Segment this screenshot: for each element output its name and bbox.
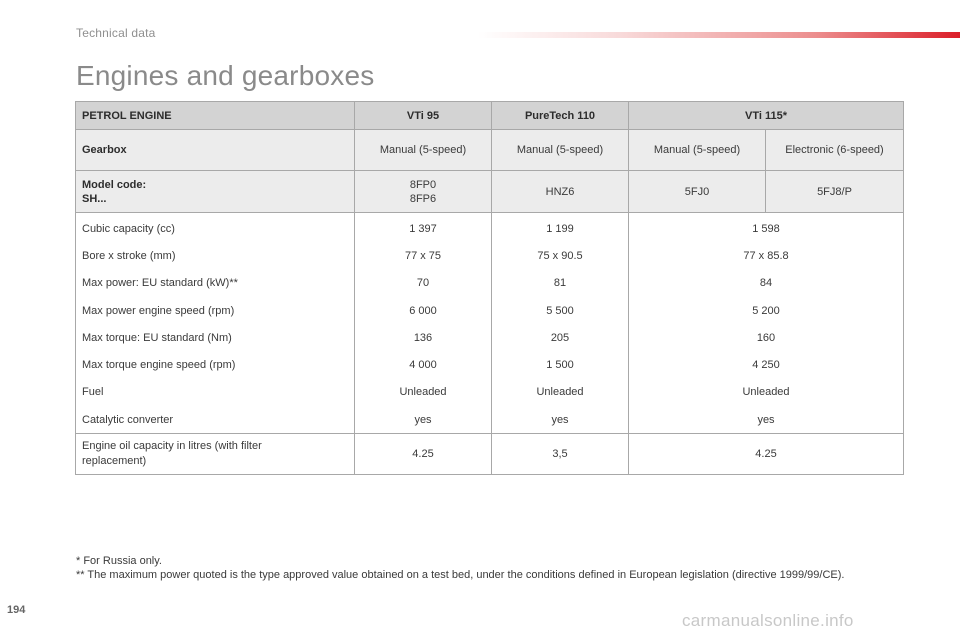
row-label: Bore x stroke (mm) — [75, 242, 355, 270]
footnote-max-power: ** The maximum power quoted is the type … — [76, 568, 845, 581]
gearbox-puretech110: Manual (5-speed) — [491, 129, 629, 171]
oil-capacity-label: Engine oil capacity in litres (with filt… — [75, 433, 355, 476]
cell-vti115: 77 x 85.8 — [628, 242, 904, 270]
row-label: Max torque engine speed (rpm) — [75, 351, 355, 379]
cell-vti95: Unleaded — [354, 378, 492, 407]
oil-capacity-puretech110: 3,5 — [491, 433, 629, 476]
oil-capacity-label-line1: Engine oil capacity in litres (with filt… — [82, 440, 262, 453]
footnote-russia: * For Russia only. — [76, 555, 162, 567]
cell-puretech110: Unleaded — [491, 378, 629, 407]
model-code-label-line2: SH... — [82, 192, 107, 205]
header-petrol-engine: PETROL ENGINE — [75, 101, 355, 130]
cell-puretech110: 5 500 — [491, 296, 629, 325]
cell-puretech110: 1 500 — [491, 351, 629, 379]
gearbox-vti95: Manual (5-speed) — [354, 129, 492, 171]
model-code-vti115-manual: 5FJ0 — [628, 170, 766, 213]
header-accent-bar — [478, 32, 960, 38]
page-number: 194 — [7, 604, 26, 616]
table-row: Max torque: EU standard (Nm) 136 205 160 — [75, 324, 904, 352]
row-label: Cubic capacity (cc) — [75, 212, 355, 243]
table-row: Catalytic converter yes yes yes — [75, 406, 904, 434]
model-code-vti95: 8FP0 8FP6 — [354, 170, 492, 213]
watermark: carmanualsonline.info — [682, 611, 854, 630]
page-title: Engines and gearboxes — [76, 60, 375, 91]
cell-puretech110: 81 — [491, 269, 629, 297]
table-row: Cubic capacity (cc) 1 397 1 199 1 598 — [75, 212, 904, 243]
cell-vti95: yes — [354, 406, 492, 434]
table-header-row: PETROL ENGINE VTi 95 PureTech 110 VTi 11… — [75, 101, 904, 130]
header-puretech110: PureTech 110 — [491, 101, 629, 130]
row-label: Catalytic converter — [75, 406, 355, 434]
section-label: Technical data — [76, 26, 156, 40]
cell-vti95: 4 000 — [354, 351, 492, 379]
cell-vti95: 77 x 75 — [354, 242, 492, 270]
row-label: Max power engine speed (rpm) — [75, 296, 355, 325]
model-code-vti95-line1: 8FP0 — [409, 178, 437, 191]
table-row: Max power engine speed (rpm) 6 000 5 500… — [75, 296, 904, 325]
cell-vti115: Unleaded — [628, 378, 904, 407]
table-row: Fuel Unleaded Unleaded Unleaded — [75, 378, 904, 407]
table-row: Bore x stroke (mm) 77 x 75 75 x 90.5 77 … — [75, 242, 904, 270]
cell-puretech110: 75 x 90.5 — [491, 242, 629, 270]
row-label: Fuel — [75, 378, 355, 407]
cell-vti95: 6 000 — [354, 296, 492, 325]
gearbox-vti115-manual: Manual (5-speed) — [628, 129, 766, 171]
gearbox-label: Gearbox — [75, 129, 355, 171]
oil-capacity-label-line2: replacement) — [82, 455, 147, 468]
model-code-vti95-line2: 8FP6 — [409, 192, 437, 205]
cell-vti115: 1 598 — [628, 212, 904, 243]
engines-table: PETROL ENGINE VTi 95 PureTech 110 VTi 11… — [75, 101, 904, 476]
cell-vti115: 160 — [628, 324, 904, 352]
cell-vti115: 4 250 — [628, 351, 904, 379]
gearbox-vti115-electronic: Electronic (6-speed) — [765, 129, 904, 171]
header-vti95: VTi 95 — [354, 101, 492, 130]
cell-puretech110: 1 199 — [491, 212, 629, 243]
gearbox-row: Gearbox Manual (5-speed) Manual (5-speed… — [75, 129, 904, 171]
oil-capacity-vti115: 4.25 — [628, 433, 904, 476]
model-code-puretech110: HNZ6 — [491, 170, 629, 213]
cell-vti95: 70 — [354, 269, 492, 297]
footnotes: * For Russia only. ** The maximum power … — [76, 555, 856, 582]
cell-puretech110: 205 — [491, 324, 629, 352]
cell-vti115: 5 200 — [628, 296, 904, 325]
model-code-row: Model code: SH... 8FP0 8FP6 HNZ6 5FJ0 5F… — [75, 170, 904, 213]
model-code-label: Model code: SH... — [75, 170, 355, 213]
table-row: Max torque engine speed (rpm) 4 000 1 50… — [75, 351, 904, 379]
row-label: Max power: EU standard (kW)** — [75, 269, 355, 297]
cell-puretech110: yes — [491, 406, 629, 434]
header-vti115: VTi 115* — [628, 101, 904, 130]
cell-vti95: 136 — [354, 324, 492, 352]
model-code-vti115-electronic: 5FJ8/P — [765, 170, 904, 213]
row-label: Max torque: EU standard (Nm) — [75, 324, 355, 352]
cell-vti115: 84 — [628, 269, 904, 297]
cell-vti115: yes — [628, 406, 904, 434]
oil-capacity-vti95: 4.25 — [354, 433, 492, 476]
cell-vti95: 1 397 — [354, 212, 492, 243]
oil-capacity-row: Engine oil capacity in litres (with filt… — [75, 433, 904, 476]
model-code-label-line1: Model code: — [82, 178, 147, 191]
table-row: Max power: EU standard (kW)** 70 81 84 — [75, 269, 904, 297]
